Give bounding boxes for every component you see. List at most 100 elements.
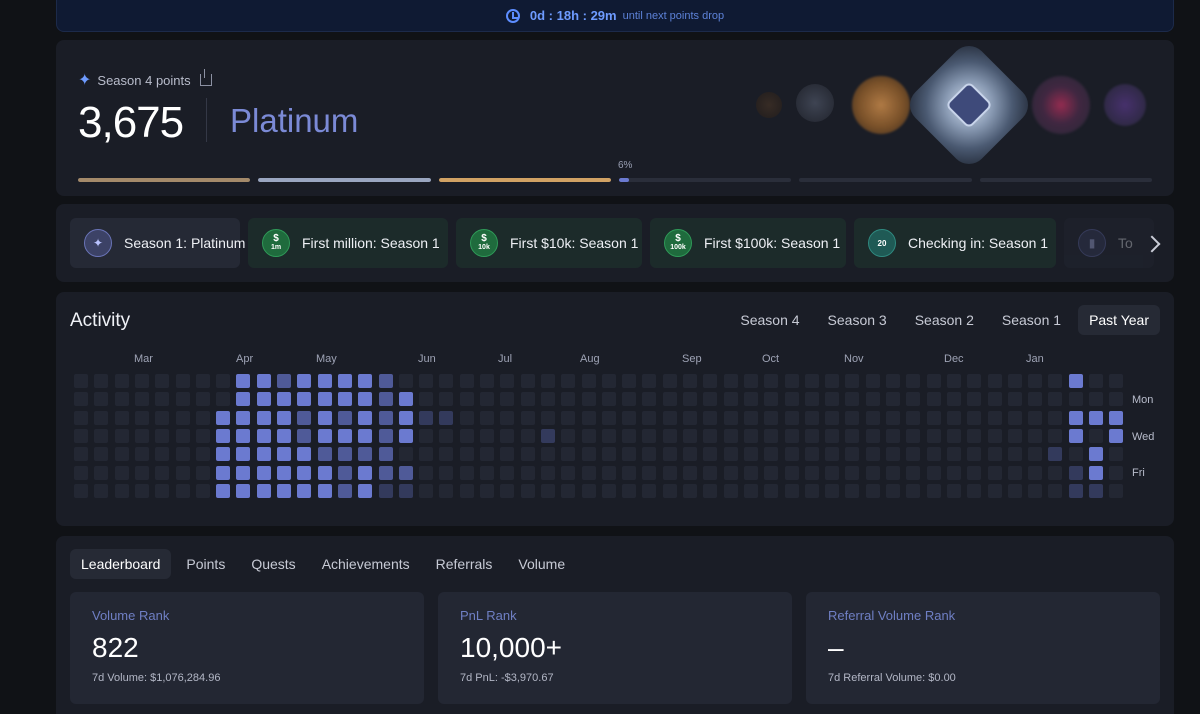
heatmap-cell bbox=[216, 410, 231, 425]
heatmap-cell bbox=[520, 483, 535, 498]
heatmap-cell bbox=[662, 410, 677, 425]
heatmap-cell bbox=[845, 447, 860, 462]
heatmap-cell bbox=[236, 465, 251, 480]
heatmap-cell bbox=[459, 374, 474, 388]
heatmap-cell bbox=[195, 483, 210, 498]
achievement-label: Season 1: Platinum bbox=[124, 235, 246, 251]
heatmap-cell bbox=[906, 447, 921, 462]
points-value: 3,675 bbox=[78, 98, 184, 147]
achievement-badge[interactable]: ▮ To bbox=[1064, 218, 1154, 268]
heatmap-cell bbox=[642, 483, 657, 498]
heatmap-cell bbox=[419, 483, 434, 498]
silver-medal-icon bbox=[796, 84, 834, 122]
heatmap-cell bbox=[967, 483, 982, 498]
heatmap-cell bbox=[662, 465, 677, 480]
achievement-badge[interactable]: $100k First $100k: Season 1 bbox=[650, 218, 846, 268]
tier-progress-bar bbox=[438, 178, 611, 182]
platinum-star-icon: ✦ bbox=[84, 229, 112, 257]
heatmap-cell bbox=[926, 447, 941, 462]
heatmap-cell bbox=[236, 428, 251, 443]
heatmap-cell bbox=[398, 465, 413, 480]
heatmap-cell bbox=[337, 410, 352, 425]
heatmap-cell bbox=[398, 374, 413, 388]
heatmap-cell bbox=[1089, 374, 1103, 388]
heatmap-cell bbox=[195, 392, 210, 407]
heatmap-cell bbox=[1048, 428, 1063, 443]
heatmap-cell bbox=[277, 447, 291, 462]
heatmap-cell bbox=[1109, 483, 1124, 498]
heatmap-cell bbox=[419, 428, 434, 443]
heatmap-cell bbox=[155, 465, 170, 480]
heatmap-cell bbox=[134, 374, 149, 388]
season-tab[interactable]: Season 4 bbox=[729, 305, 810, 335]
heatmap-cell bbox=[662, 374, 677, 388]
heatmap-cell bbox=[662, 447, 677, 462]
heatmap-cell bbox=[358, 374, 373, 388]
heatmap-cell bbox=[378, 392, 393, 407]
heatmap-cell bbox=[1068, 410, 1083, 425]
heatmap-cell bbox=[662, 392, 677, 407]
heatmap-cell bbox=[277, 428, 291, 443]
tier-progress-bar bbox=[799, 178, 972, 182]
heatmap-cell bbox=[865, 374, 880, 388]
main-tab[interactable]: Points bbox=[175, 549, 236, 579]
main-tab[interactable]: Volume bbox=[507, 549, 576, 579]
heatmap-cell bbox=[155, 428, 170, 443]
heatmap-cell bbox=[358, 483, 373, 498]
heatmap-cell bbox=[642, 447, 657, 462]
heatmap-cell bbox=[114, 483, 129, 498]
heatmap-cell bbox=[967, 465, 982, 480]
heatmap-cell bbox=[378, 465, 393, 480]
heatmap-cell bbox=[216, 392, 231, 407]
heatmap-cell bbox=[114, 410, 129, 425]
heatmap-cell bbox=[277, 483, 291, 498]
heatmap-cell bbox=[642, 428, 657, 443]
season-tab[interactable]: Season 2 bbox=[904, 305, 985, 335]
heatmap-cell bbox=[601, 465, 616, 480]
heatmap-cell bbox=[1028, 374, 1043, 388]
heatmap-cell bbox=[439, 392, 454, 407]
heatmap-cell bbox=[1068, 428, 1083, 443]
main-tab[interactable]: Quests bbox=[240, 549, 306, 579]
heatmap-cell bbox=[784, 392, 799, 407]
heatmap-cell bbox=[1109, 374, 1124, 388]
heatmap-cell bbox=[175, 374, 190, 388]
heatmap-cell bbox=[1028, 428, 1043, 443]
gold-medal-icon bbox=[852, 76, 910, 134]
heatmap-cell bbox=[601, 410, 616, 425]
heatmap-cell bbox=[195, 447, 210, 462]
heatmap-cell bbox=[561, 428, 576, 443]
heatmap-cell bbox=[1109, 428, 1124, 443]
heatmap-cell bbox=[1109, 410, 1124, 425]
main-tab[interactable]: Referrals bbox=[425, 549, 504, 579]
heatmap-cell bbox=[723, 447, 738, 462]
heatmap-cell bbox=[683, 483, 697, 498]
heatmap-cell bbox=[683, 447, 697, 462]
heatmap-cell bbox=[520, 374, 535, 388]
season-tab[interactable]: Past Year bbox=[1078, 305, 1160, 335]
day-label: Fri bbox=[1132, 467, 1145, 479]
main-tab[interactable]: Achievements bbox=[311, 549, 421, 579]
heatmap-cell bbox=[825, 392, 840, 407]
heatmap-cell bbox=[764, 465, 779, 480]
heatmap-cell bbox=[622, 428, 637, 443]
achievement-badge[interactable]: 20 Checking in: Season 1 bbox=[854, 218, 1056, 268]
season-tab[interactable]: Season 1 bbox=[991, 305, 1072, 335]
season-tab[interactable]: Season 3 bbox=[817, 305, 898, 335]
heatmap-cell bbox=[195, 428, 210, 443]
achievement-badge[interactable]: ✦ Season 1: Platinum bbox=[70, 218, 245, 268]
main-tab[interactable]: Leaderboard bbox=[70, 549, 172, 579]
heatmap-cell bbox=[1089, 483, 1103, 498]
heatmap-cell bbox=[94, 447, 109, 462]
heatmap-cell bbox=[277, 465, 291, 480]
heatmap-cell bbox=[865, 465, 880, 480]
achievement-badge[interactable]: $10k First $10k: Season 1 bbox=[456, 218, 642, 268]
heatmap-cell bbox=[297, 483, 312, 498]
heatmap-cell bbox=[74, 428, 88, 443]
heatmap-cell bbox=[480, 410, 494, 425]
heatmap-cell bbox=[175, 428, 190, 443]
share-icon[interactable] bbox=[199, 69, 212, 86]
divider bbox=[206, 98, 207, 142]
heatmap-cell bbox=[378, 483, 393, 498]
achievement-badge[interactable]: $1m First million: Season 1 bbox=[248, 218, 448, 268]
